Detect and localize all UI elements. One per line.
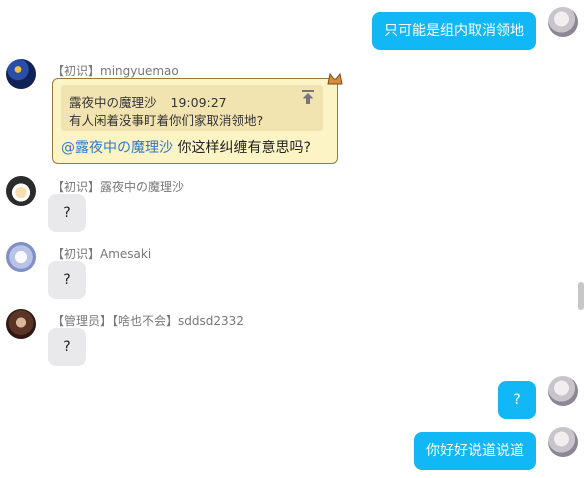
- quote-text: 有人闲着没事盯着你们家取消领地?: [69, 113, 264, 128]
- amesaki-avatar[interactable]: [6, 242, 36, 272]
- mention-link[interactable]: @露夜中の魔理沙: [61, 140, 173, 156]
- self-avatar[interactable]: [548, 427, 578, 457]
- reply-message-card[interactable]: 露夜中の魔理沙 19:09:27 有人闲着没事盯着你们家取消领地? @露夜中の魔…: [52, 72, 343, 164]
- sddsd2332-avatar[interactable]: [6, 309, 36, 339]
- sender-name: 【初识】mingyuemao: [52, 64, 179, 78]
- message-bubble-self[interactable]: 只可能是组内取消领地: [372, 12, 536, 50]
- reply-text: @露夜中の魔理沙 你这样纠缠有意思吗?: [61, 137, 311, 157]
- message-bubble-other[interactable]: ?: [48, 328, 86, 366]
- message-bubble-other[interactable]: ?: [48, 261, 86, 299]
- quote-header: 露夜中の魔理沙 19:09:27: [69, 92, 227, 111]
- quote-author: 露夜中の魔理沙: [69, 95, 157, 110]
- sender-name: 【初识】Amesaki: [52, 247, 152, 261]
- sender-name: 【管理员】【啥也不会】sddsd2332: [52, 314, 244, 328]
- quote-time: 19:09:27: [170, 95, 227, 110]
- mingyuemao-avatar[interactable]: [6, 59, 36, 89]
- reply-body: 你这样纠缠有意思吗?: [173, 140, 311, 156]
- marisa-avatar[interactable]: [6, 176, 36, 206]
- quoted-message[interactable]: 露夜中の魔理沙 19:09:27 有人闲着没事盯着你们家取消领地?: [61, 85, 323, 131]
- scrollbar-thumb[interactable]: [578, 282, 584, 310]
- self-avatar[interactable]: [548, 7, 578, 37]
- arrow-up-to-top-icon[interactable]: [301, 89, 315, 105]
- message-bubble-self[interactable]: 你好好说道说道: [414, 432, 536, 470]
- sender-name: 【初识】露夜中の魔理沙: [52, 180, 185, 194]
- cat-ear-icon: [327, 70, 343, 85]
- message-bubble-self[interactable]: ?: [498, 381, 536, 419]
- self-avatar[interactable]: [548, 376, 578, 406]
- message-bubble-other[interactable]: ?: [48, 194, 86, 232]
